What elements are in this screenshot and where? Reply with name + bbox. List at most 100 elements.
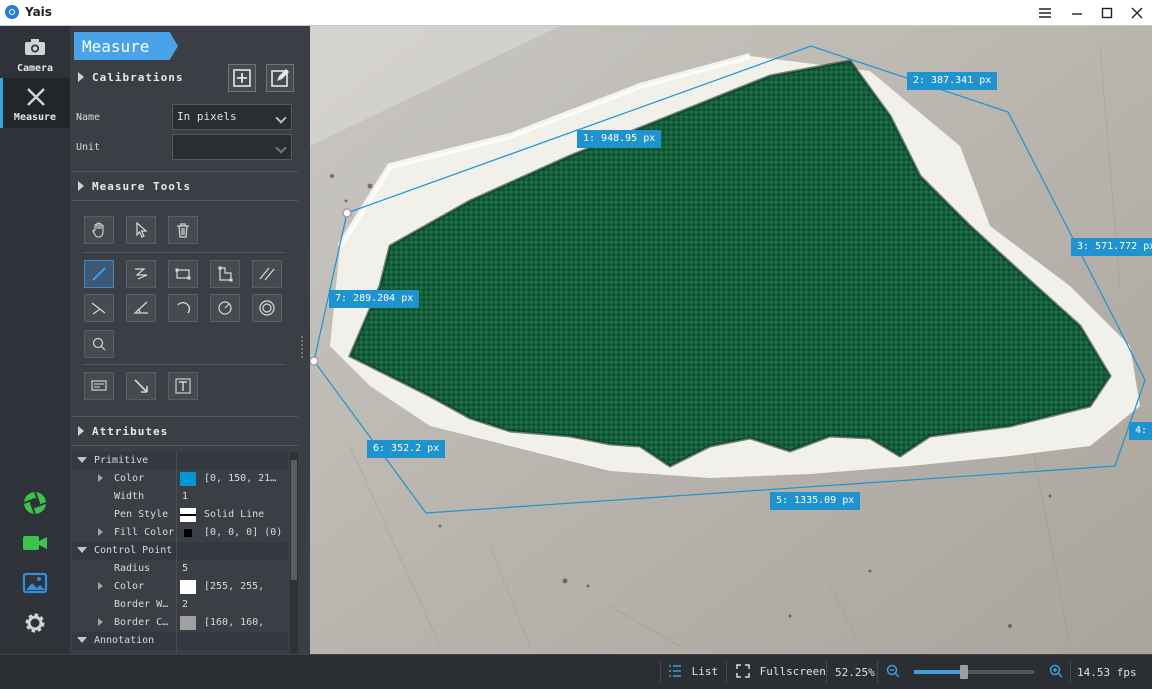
point-icon [92, 337, 106, 351]
list-button[interactable]: List [668, 664, 718, 678]
settings-gear-icon[interactable] [22, 610, 48, 636]
calibrations-section-toggle[interactable]: Calibrations [78, 71, 183, 84]
expand-icon [77, 547, 87, 553]
video-record-icon[interactable] [22, 530, 48, 556]
arc-tool[interactable] [168, 294, 198, 322]
minimize-button[interactable] [1062, 0, 1092, 25]
shutter-icon[interactable] [22, 490, 48, 516]
circle-icon [218, 301, 232, 315]
polyline-tool[interactable] [126, 260, 156, 288]
trash-icon [177, 223, 189, 238]
color-swatch[interactable] [180, 472, 196, 486]
scrollbar-thumb[interactable] [291, 460, 297, 580]
measurement-label-5[interactable]: 5: 1335.09 px [770, 492, 861, 510]
rectangle-icon [175, 268, 191, 280]
attr-row-color[interactable]: Color [0, 150, 21… [72, 470, 288, 488]
chevron-right-icon [98, 528, 103, 536]
attr-row-border-color[interactable]: Border C… [160, 160, [72, 614, 288, 632]
unit-label: Unit [76, 142, 101, 153]
rail-camera-label: Camera [16, 63, 54, 74]
measurement-label-6[interactable]: 6: 352.2 px [367, 440, 446, 458]
arc-icon [177, 301, 191, 314]
polygon-tool[interactable] [210, 260, 240, 288]
attr-row-fill-color[interactable]: Fill Color [0, 0, 0] (0) [72, 524, 288, 542]
attr-value: Solid Line [204, 509, 265, 520]
attributes-section-toggle[interactable]: Attributes [78, 425, 168, 438]
arrow-tool[interactable] [126, 372, 156, 400]
zoom-out-button[interactable] [886, 664, 900, 681]
attr-key: Border W… [114, 599, 169, 610]
group-annotation[interactable]: Annotation [72, 632, 288, 650]
attr-key: Color [114, 581, 145, 592]
attr-key: Pen Style [114, 509, 169, 520]
expand-icon [77, 457, 87, 463]
group-label: Primitive [94, 455, 149, 466]
measurement-label-3[interactable]: 3: 571.772 px [1071, 238, 1152, 256]
annotation-tool[interactable] [84, 372, 114, 400]
color-swatch[interactable] [180, 580, 196, 594]
attr-value: [0, 150, 21… [204, 473, 277, 484]
zoom-in-button[interactable] [1049, 664, 1063, 681]
fps-readout: 14.53 fps [1077, 666, 1137, 679]
chevron-down-icon [275, 112, 287, 124]
measurement-label-4[interactable]: 4: [1129, 422, 1152, 440]
attr-row-width[interactable]: Width 1 [72, 488, 288, 506]
color-swatch[interactable] [180, 616, 196, 630]
point-tool[interactable] [84, 330, 114, 358]
measurement-label-7[interactable]: 7: 289.204 px [329, 290, 420, 308]
group-control-point[interactable]: Control Point [72, 542, 288, 560]
panel-splitter-handle[interactable] [301, 336, 305, 358]
measurement-label-2[interactable]: 2: 387.341 px [907, 72, 998, 90]
attr-value: [0, 0, 0] (0) [204, 527, 283, 538]
zoom-slider-fill [914, 670, 965, 674]
parallel-lines-tool[interactable] [252, 260, 282, 288]
rectangle-tool[interactable] [168, 260, 198, 288]
line-tool[interactable] [84, 260, 114, 288]
fullscreen-icon [736, 664, 750, 678]
rail-item-camera[interactable]: Camera [0, 30, 70, 80]
group-label: Control Point [94, 545, 173, 556]
maximize-button[interactable] [1092, 0, 1122, 25]
attr-row-pen-style[interactable]: Pen Style Solid Line [72, 506, 288, 524]
attr-row-radius[interactable]: Radius 5 [72, 560, 288, 578]
divider [726, 661, 727, 683]
rail-item-measure[interactable]: Measure [0, 78, 70, 128]
measure-tools-section-toggle[interactable]: Measure Tools [78, 180, 191, 193]
fill-color-swatch[interactable] [184, 529, 192, 537]
attr-key: Radius [114, 563, 151, 574]
attr-row-cp-color[interactable]: Color [255, 255, [72, 578, 288, 596]
hand-icon [92, 222, 104, 238]
divider [72, 200, 298, 201]
pan-hand-tool[interactable] [84, 216, 114, 244]
unit-select[interactable] [172, 134, 292, 160]
perpendicular-tool[interactable] [84, 294, 114, 322]
angle-tool[interactable] [126, 294, 156, 322]
text-tool[interactable] [168, 372, 198, 400]
concentric-circles-icon [259, 300, 275, 316]
calibration-name-select[interactable]: In pixels [172, 104, 292, 130]
attributes-scrollbar[interactable] [290, 452, 298, 654]
column-divider [176, 452, 177, 654]
concentric-circles-tool[interactable] [252, 294, 282, 322]
polygon-icon [218, 266, 233, 282]
close-button[interactable] [1122, 0, 1152, 25]
edit-calibration-button[interactable] [266, 64, 294, 92]
panel-header-title: Measure [82, 37, 150, 56]
zoom-slider-track[interactable] [914, 665, 1034, 679]
measurement-label-1[interactable]: 1: 948.95 px [577, 130, 662, 148]
arrow-icon [134, 379, 148, 393]
menu-icon[interactable] [1030, 0, 1060, 25]
zoom-slider-handle[interactable] [960, 665, 969, 679]
divider [826, 661, 827, 683]
image-viewer[interactable]: 1: 948.95 px 2: 387.341 px 3: 571.772 px… [310, 26, 1152, 654]
attr-row-border-width[interactable]: Border W… 2 [72, 596, 288, 614]
gallery-image-icon[interactable] [22, 570, 48, 596]
group-primitive[interactable]: Primitive [72, 452, 288, 470]
circle-tool[interactable] [210, 294, 240, 322]
attributes-table: Primitive Color [0, 150, 21… Width 1 Pen… [72, 452, 298, 654]
fullscreen-button[interactable]: Fullscreen [736, 664, 826, 678]
select-pointer-tool[interactable] [126, 216, 156, 244]
delete-tool[interactable] [168, 216, 198, 244]
add-calibration-button[interactable] [228, 64, 256, 92]
list-icon [669, 665, 681, 677]
